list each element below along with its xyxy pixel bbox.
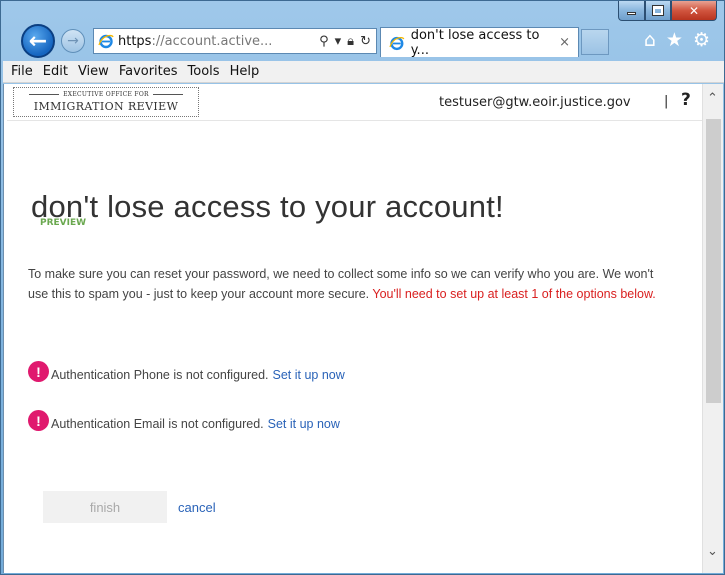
- favorites-star-icon[interactable]: ★: [666, 29, 683, 51]
- intro-warning: You'll need to set up at least 1 of the …: [372, 287, 656, 301]
- browser-window: ✕ ← → https://account.active... ⚲ ▾ 🔒︎ ↻: [0, 0, 725, 575]
- intro-text: To make sure you can reset your password…: [28, 264, 668, 304]
- phone-status-text: Authentication Phone is not configured.: [51, 367, 269, 382]
- maximize-button[interactable]: [645, 1, 671, 21]
- menu-view[interactable]: View: [74, 64, 115, 79]
- address-protocol: https: [118, 33, 152, 49]
- back-button[interactable]: ←: [21, 24, 55, 58]
- cancel-link[interactable]: cancel: [178, 500, 216, 515]
- logo-small-text: EXECUTIVE OFFICE FOR: [14, 91, 198, 98]
- ie-logo-icon: [98, 34, 114, 49]
- email-setup-link[interactable]: Set it up now: [268, 417, 340, 431]
- navigation-bar: ← → https://account.active... ⚲ ▾ 🔒︎ ↻: [1, 21, 725, 61]
- page-header: EXECUTIVE OFFICE FOR IMMIGRATION REVIEW …: [7, 84, 702, 121]
- email-status-text: Authentication Email is not configured.: [51, 416, 264, 431]
- vertical-scrollbar[interactable]: ⌃ ⌄: [702, 84, 723, 573]
- menu-tools[interactable]: Tools: [184, 64, 226, 79]
- preview-badge: PREVIEW: [40, 218, 87, 228]
- email-status-row: ! Authentication Email is not configured…: [28, 410, 340, 431]
- scroll-up-icon[interactable]: ⌃: [707, 91, 718, 106]
- alert-icon: !: [28, 410, 49, 431]
- back-arrow-icon: ←: [28, 28, 48, 54]
- refresh-icon[interactable]: ↻: [360, 34, 371, 49]
- finish-button[interactable]: finish: [43, 491, 167, 523]
- logo-main-text: IMMIGRATION REVIEW: [33, 100, 179, 113]
- address-tools: ⚲ ▾ 🔒︎ ↻: [319, 34, 376, 49]
- scroll-down-icon[interactable]: ⌄: [707, 544, 718, 559]
- minimize-button[interactable]: [618, 1, 645, 21]
- menu-edit[interactable]: Edit: [39, 64, 74, 79]
- close-icon: ✕: [688, 3, 700, 18]
- address-bar[interactable]: https://account.active... ⚲ ▾ 🔒︎ ↻: [93, 28, 377, 54]
- lock-icon[interactable]: 🔒︎: [347, 34, 354, 49]
- help-button[interactable]: ?: [681, 90, 691, 110]
- window-controls: ✕: [618, 1, 717, 23]
- scroll-thumb[interactable]: [706, 119, 721, 403]
- maximize-icon: [652, 5, 664, 16]
- dropdown-icon[interactable]: ▾: [335, 34, 342, 49]
- close-window-button[interactable]: ✕: [671, 1, 717, 21]
- home-icon[interactable]: ⌂: [644, 29, 656, 51]
- phone-setup-link[interactable]: Set it up now: [273, 368, 345, 382]
- tab-close-icon[interactable]: ×: [559, 35, 570, 50]
- menu-help[interactable]: Help: [226, 64, 266, 79]
- settings-gear-icon[interactable]: ⚙: [693, 29, 710, 51]
- eoir-logo: EXECUTIVE OFFICE FOR IMMIGRATION REVIEW: [13, 87, 199, 117]
- menu-bar: File Edit View Favorites Tools Help: [3, 61, 724, 83]
- phone-status-row: ! Authentication Phone is not configured…: [28, 361, 345, 382]
- forward-button[interactable]: →: [61, 29, 85, 53]
- address-url: ://account.active...: [151, 33, 273, 49]
- alert-icon: !: [28, 361, 49, 382]
- page-title: don't lose access to your account!: [31, 189, 504, 224]
- new-tab-button[interactable]: [581, 29, 609, 55]
- menu-file[interactable]: File: [7, 64, 39, 79]
- page-viewport: EXECUTIVE OFFICE FOR IMMIGRATION REVIEW …: [7, 84, 702, 573]
- search-icon[interactable]: ⚲: [319, 34, 329, 49]
- menu-favorites[interactable]: Favorites: [115, 64, 184, 79]
- tab-active[interactable]: don't lose access to y... ×: [380, 27, 579, 58]
- ie-tab-icon: [389, 36, 405, 50]
- browser-toolbar-icons: ⌂ ★ ⚙: [644, 29, 710, 51]
- minimize-icon: [627, 12, 636, 15]
- user-email: testuser@gtw.eoir.justice.gov: [439, 95, 631, 110]
- header-separator: |: [664, 94, 669, 109]
- forward-arrow-icon: →: [67, 33, 79, 49]
- tab-title: don't lose access to y...: [410, 27, 540, 58]
